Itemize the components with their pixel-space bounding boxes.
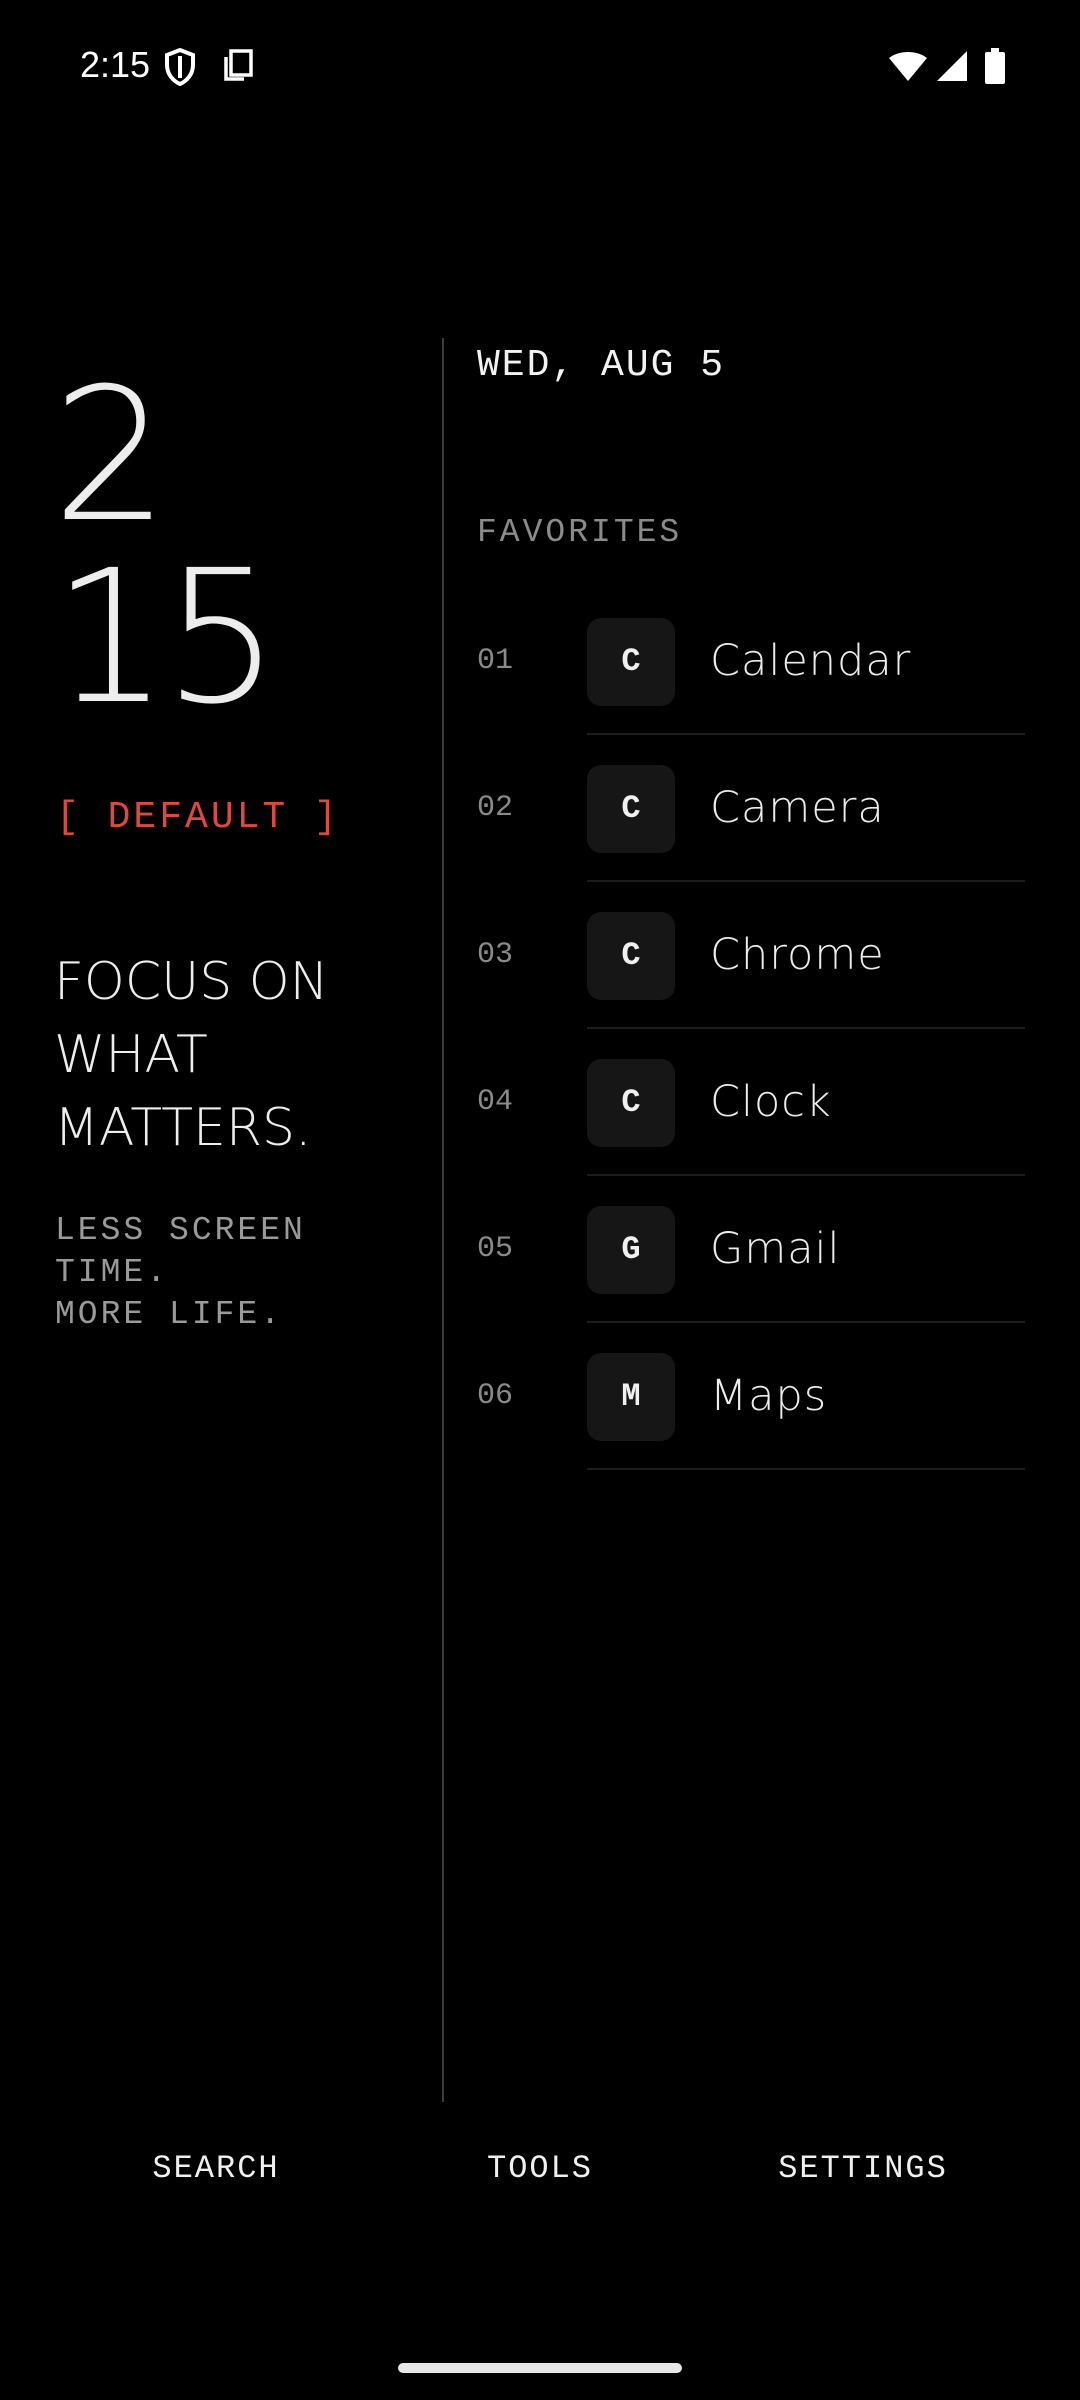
favorite-label: Clock xyxy=(710,1077,832,1127)
clock-minute[interactable]: 15 xyxy=(52,546,280,730)
favorite-index: 03 xyxy=(477,938,514,972)
subtagline: LESS SCREEN TIME. MORE LIFE. xyxy=(55,1210,395,1336)
home-indicator[interactable] xyxy=(398,2363,682,2373)
profile-selector[interactable]: [ DEFAULT ] xyxy=(56,796,340,839)
screenshot-icon xyxy=(222,48,254,87)
tagline-line: MATTERS. xyxy=(54,1098,312,1158)
camera-app-icon: C xyxy=(587,765,675,853)
favorite-label: Maps xyxy=(710,1371,828,1421)
favorite-item-chrome[interactable]: 03 C Chrome xyxy=(477,882,1025,1029)
favorite-index: 05 xyxy=(477,1232,514,1266)
status-bar: 2:15 xyxy=(0,0,1080,136)
shield-icon xyxy=(164,47,196,91)
subtagline-line: TIME. xyxy=(55,1254,170,1291)
calendar-app-icon: C xyxy=(587,618,675,706)
favorite-label: Chrome xyxy=(710,930,885,980)
favorites-title: FAVORITES xyxy=(477,514,683,551)
tagline-line: FOCUS ON xyxy=(54,952,329,1012)
clock-app-icon: C xyxy=(587,1059,675,1147)
favorite-index: 06 xyxy=(477,1379,514,1413)
maps-app-icon: M xyxy=(587,1353,675,1441)
favorites-list: 01 C Calendar 02 C Camera 03 C Chrome 04… xyxy=(477,588,1025,1470)
favorite-index: 04 xyxy=(477,1085,514,1119)
wifi-icon xyxy=(888,50,928,87)
favorite-label: Gmail xyxy=(710,1224,841,1274)
favorite-item-maps[interactable]: 06 M Maps xyxy=(477,1323,1025,1470)
date-label[interactable]: WED, AUG 5 xyxy=(477,344,725,387)
clock-hour[interactable]: 2 xyxy=(52,364,169,548)
favorite-index: 02 xyxy=(477,791,514,825)
favorite-label: Calendar xyxy=(710,636,912,686)
favorite-label: Camera xyxy=(710,783,885,833)
favorite-item-clock[interactable]: 04 C Clock xyxy=(477,1029,1025,1176)
favorite-item-camera[interactable]: 02 C Camera xyxy=(477,735,1025,882)
bottom-nav: SEARCH TOOLS SETTINGS xyxy=(0,2150,1080,2230)
nav-tools-button[interactable]: TOOLS xyxy=(487,2150,593,2187)
subtagline-line: MORE LIFE. xyxy=(55,1296,284,1333)
nav-settings-button[interactable]: SETTINGS xyxy=(778,2150,948,2187)
nav-search-button[interactable]: SEARCH xyxy=(152,2150,279,2187)
favorite-item-calendar[interactable]: 01 C Calendar xyxy=(477,588,1025,735)
battery-icon xyxy=(984,48,1006,89)
column-divider xyxy=(442,338,444,2102)
favorite-index: 01 xyxy=(477,644,514,678)
status-time: 2:15 xyxy=(80,44,151,85)
cell-signal-icon xyxy=(936,50,968,87)
tagline: FOCUS ON WHAT MATTERS. xyxy=(54,946,394,1165)
subtagline-line: LESS SCREEN xyxy=(55,1212,306,1249)
divider xyxy=(587,1468,1025,1470)
gmail-app-icon: G xyxy=(587,1206,675,1294)
tagline-line: WHAT xyxy=(54,1025,208,1085)
favorite-item-gmail[interactable]: 05 G Gmail xyxy=(477,1176,1025,1323)
chrome-app-icon: C xyxy=(587,912,675,1000)
